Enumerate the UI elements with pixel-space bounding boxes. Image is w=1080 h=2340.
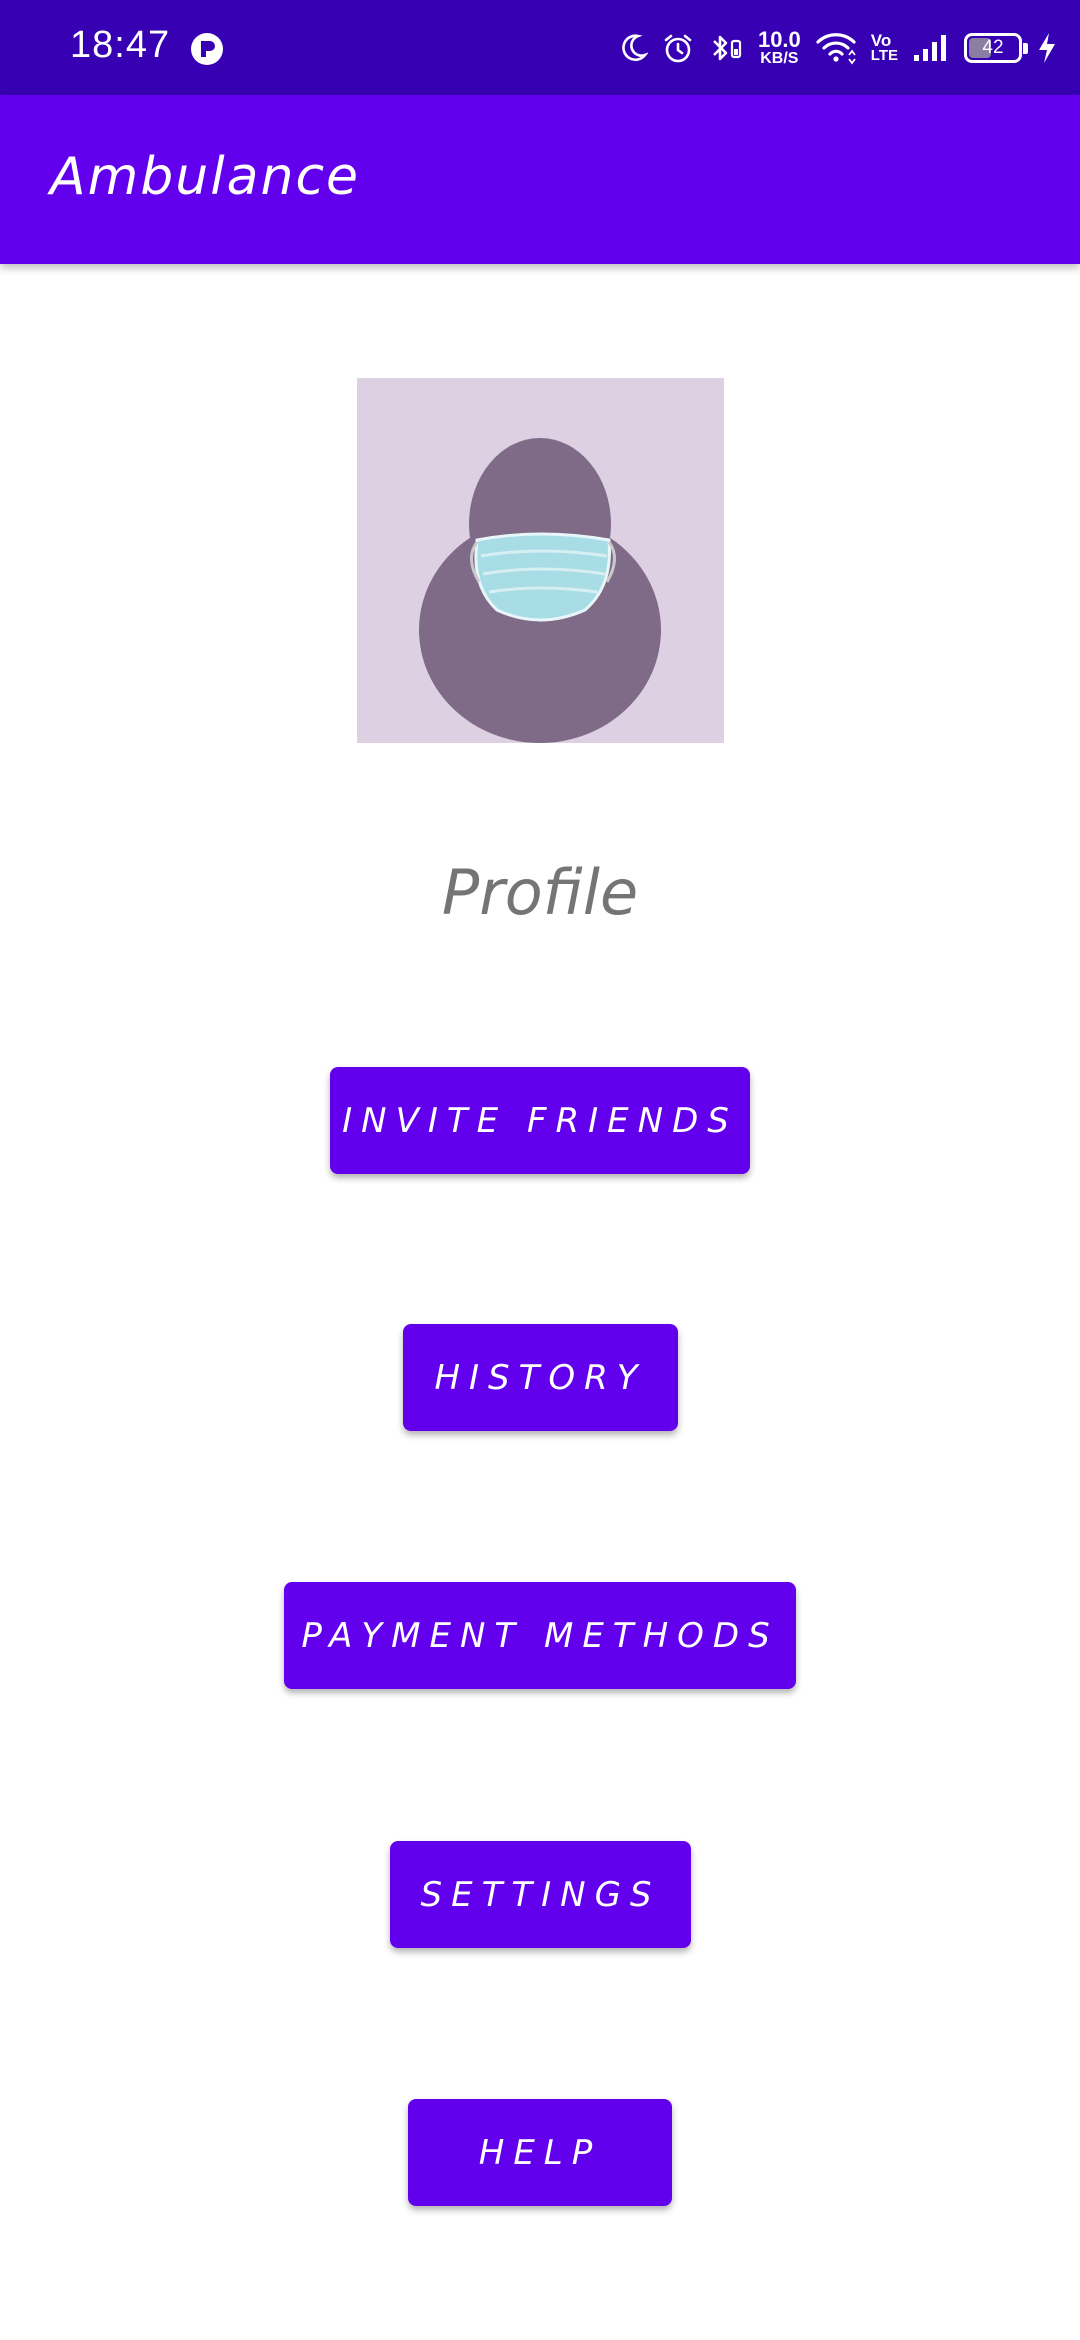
network-speed-unit: KB/S xyxy=(760,50,799,67)
network-speed-value: 10.0 xyxy=(757,27,801,52)
status-icons: 10.0 KB/S Vo LTE 42 xyxy=(620,20,1058,76)
battery-level: 42 xyxy=(982,37,1004,58)
app-bar: Ambulance xyxy=(0,95,1080,264)
status-bar: 18:47 10.0 KB/S Vo LTE 42 xyxy=(0,0,1080,95)
charging-icon xyxy=(1039,33,1055,63)
bluetooth-icon xyxy=(713,35,742,61)
invite-friends-button[interactable]: INVITE FRIENDS xyxy=(330,1067,750,1174)
settings-button[interactable]: SETTINGS xyxy=(390,1841,691,1948)
alarm-icon xyxy=(664,34,692,63)
wifi-icon xyxy=(816,33,856,65)
help-button[interactable]: HELP xyxy=(408,2099,672,2206)
app-notification-icon xyxy=(191,33,223,65)
app-title: Ambulance xyxy=(50,147,361,207)
history-button[interactable]: HISTORY xyxy=(403,1324,678,1431)
volte-bottom: LTE xyxy=(870,46,898,64)
profile-title: Profile xyxy=(441,856,639,929)
battery-icon: 42 xyxy=(964,33,1028,63)
volte-indicator: Vo LTE xyxy=(870,32,898,64)
battery-tip xyxy=(1023,43,1028,54)
masked-person-avatar-icon xyxy=(357,378,724,743)
payment-methods-button[interactable]: PAYMENT METHODS xyxy=(284,1582,796,1689)
network-speed: 10.0 KB/S xyxy=(758,29,801,67)
signal-icon xyxy=(914,35,946,61)
profile-avatar[interactable] xyxy=(357,378,724,743)
moon-icon xyxy=(622,34,648,62)
status-time: 18:47 xyxy=(70,24,171,66)
